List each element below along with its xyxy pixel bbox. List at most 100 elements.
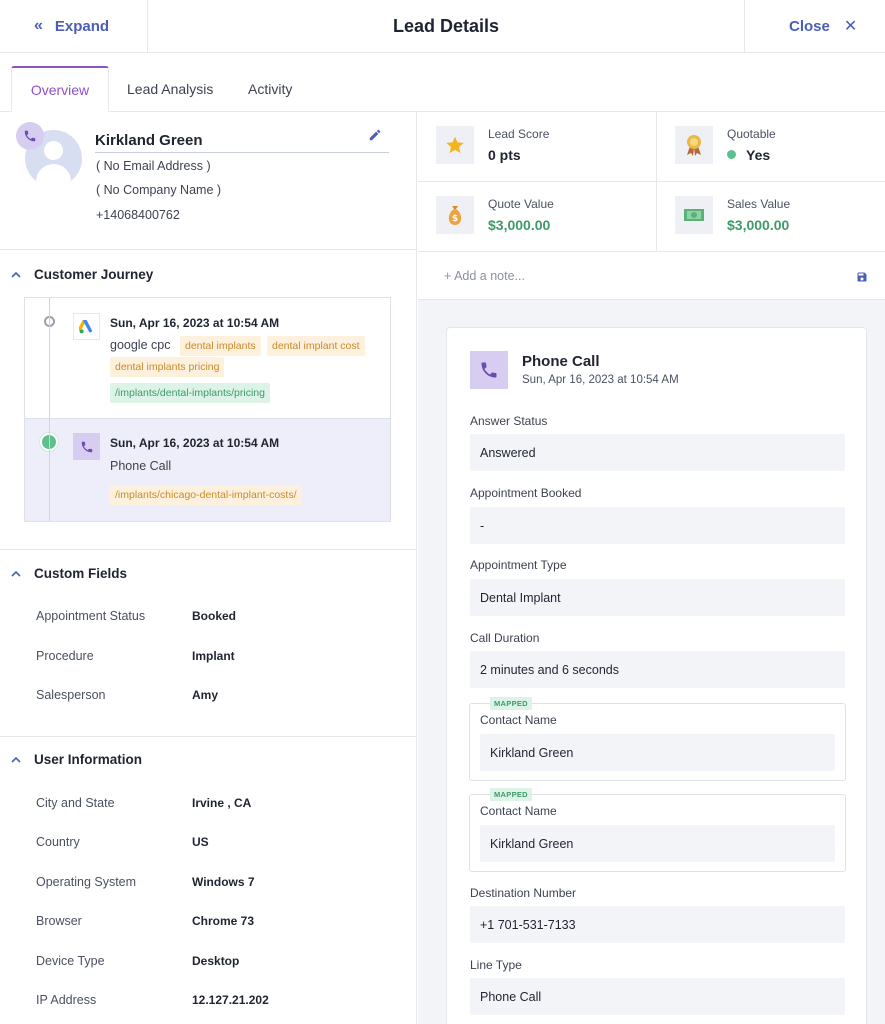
left-panel: Kirkland Green ( No Email Address ) ( No… xyxy=(0,112,417,1024)
field-value: Windows 7 xyxy=(192,875,255,889)
close-label: Close xyxy=(789,17,830,35)
lead-phone: +14068400762 xyxy=(96,208,180,222)
url-tag: /implants/chicago-dental-implant-costs/ xyxy=(110,485,302,505)
timeline-line xyxy=(49,298,50,521)
tab-overview[interactable]: Overview xyxy=(11,66,109,113)
close-button[interactable]: Close ✕ xyxy=(744,0,885,52)
field-label: Appointment Type xyxy=(470,558,567,572)
field-value: 12.127.21.202 xyxy=(192,993,269,1007)
journey-item[interactable]: Sun, Apr 16, 2023 at 10:54 AM Phone Call… xyxy=(25,418,390,521)
double-chevron-left-icon: « xyxy=(34,17,43,34)
journey-item[interactable]: Sun, Apr 16, 2023 at 10:54 AM google cpc… xyxy=(25,298,390,418)
journey-date: Sun, Apr 16, 2023 at 10:54 AM xyxy=(110,436,280,450)
call-duration-field[interactable]: 2 minutes and 6 seconds xyxy=(470,651,845,688)
field-value: Amy xyxy=(192,688,219,702)
user-information-header[interactable]: User Information xyxy=(0,736,416,782)
svg-text:$: $ xyxy=(452,214,458,224)
stat-label: Quote Value xyxy=(488,197,554,211)
journey-timeline: Sun, Apr 16, 2023 at 10:54 AM google cpc… xyxy=(24,297,391,522)
card-title: Phone Call xyxy=(522,353,600,370)
stat-label: Sales Value xyxy=(727,197,791,211)
right-panel: Lead Score 0 pts Quotable Yes $ Quote Va… xyxy=(418,112,885,1024)
journey-date: Sun, Apr 16, 2023 at 10:54 AM xyxy=(110,316,280,330)
appointment-type-field[interactable]: Dental Implant xyxy=(470,579,845,616)
field-label: IP Address xyxy=(36,993,97,1007)
phone-icon xyxy=(470,351,508,389)
answer-status-field[interactable]: Answered xyxy=(470,434,845,471)
tab-activity[interactable]: Activity xyxy=(248,66,292,112)
contact-name-field[interactable]: Kirkland Green xyxy=(480,825,835,862)
mapped-field-group: MAPPED Contact Name Kirkland Green xyxy=(469,788,846,872)
status-dot xyxy=(727,150,736,159)
field-value: Irvine , CA xyxy=(192,796,252,810)
lead-profile: Kirkland Green ( No Email Address ) ( No… xyxy=(0,112,416,250)
customer-journey-header[interactable]: Customer Journey xyxy=(0,251,416,297)
keyword-tag: dental implant cost xyxy=(267,336,365,356)
field-value: Desktop xyxy=(192,954,240,968)
field-label: Device Type xyxy=(36,954,105,968)
chevron-up-icon xyxy=(11,752,21,767)
sales-value-stat: Sales Value $3,000.00 xyxy=(656,182,885,252)
field-label: Contact Name xyxy=(480,713,557,727)
phone-call-card: Phone Call Sun, Apr 16, 2023 at 10:54 AM… xyxy=(446,327,867,1024)
stat-value: $3,000.00 xyxy=(488,217,551,233)
appointment-booked-field[interactable]: - xyxy=(470,507,845,544)
field-label: Procedure xyxy=(36,649,94,663)
field-label: Answer Status xyxy=(470,414,548,428)
field-label: Line Type xyxy=(470,958,522,972)
field-label: Appointment Status xyxy=(36,609,146,623)
custom-fields-header[interactable]: Custom Fields xyxy=(0,550,416,596)
stat-label: Lead Score xyxy=(488,127,550,141)
field-value: Booked xyxy=(192,609,237,623)
field-label: City and State xyxy=(36,796,115,810)
destination-number-field[interactable]: +1 701-531-7133 xyxy=(470,906,845,943)
tab-lead-analysis[interactable]: Lead Analysis xyxy=(127,66,213,112)
contact-name-field[interactable]: Kirkland Green xyxy=(480,734,835,771)
field-label: Call Duration xyxy=(470,631,540,645)
quotable-stat: Quotable Yes xyxy=(656,112,885,182)
expand-button[interactable]: « Expand xyxy=(0,0,148,52)
add-note-input[interactable]: + Add a note... xyxy=(444,269,525,283)
field-label: Destination Number xyxy=(470,886,577,900)
field-value: Implant xyxy=(192,649,235,663)
star-icon xyxy=(436,126,474,164)
keyword-tag: dental implants pricing xyxy=(110,357,225,377)
field-value: US xyxy=(192,835,209,849)
save-icon[interactable] xyxy=(856,270,868,288)
journey-source: Phone Call xyxy=(110,459,172,473)
field-label: Operating System xyxy=(36,875,137,889)
cash-icon xyxy=(675,196,713,234)
lead-name: Kirkland Green xyxy=(95,132,389,153)
edit-pencil-icon[interactable] xyxy=(368,128,382,147)
header: « Expand Lead Details Close ✕ xyxy=(0,0,885,53)
tab-bar: Overview Lead Analysis Activity xyxy=(0,53,885,113)
google-ads-icon xyxy=(73,313,100,340)
mapped-badge: MAPPED xyxy=(490,697,532,710)
chevron-up-icon xyxy=(11,566,21,581)
page-title: Lead Details xyxy=(392,15,500,36)
quote-value-stat: $ Quote Value $3,000.00 xyxy=(418,182,656,252)
stat-label: Quotable xyxy=(727,127,776,141)
url-tag: /implants/dental-implants/pricing xyxy=(110,383,270,403)
stat-value: Yes xyxy=(727,147,770,163)
expand-label: Expand xyxy=(54,17,110,35)
journey-source: google cpc xyxy=(110,338,171,352)
award-ribbon-icon xyxy=(675,126,713,164)
note-bar: + Add a note... xyxy=(418,254,885,300)
phone-icon xyxy=(16,122,44,150)
close-icon: ✕ xyxy=(843,18,858,35)
mapped-badge: MAPPED xyxy=(490,788,532,801)
field-label: Contact Name xyxy=(480,804,557,818)
stat-value: 0 pts xyxy=(488,147,521,163)
field-value: Chrome 73 xyxy=(192,914,255,928)
lead-score-stat: Lead Score 0 pts xyxy=(418,112,656,182)
field-label: Salesperson xyxy=(36,688,106,702)
card-date: Sun, Apr 16, 2023 at 10:54 AM xyxy=(522,374,679,386)
section-title: Customer Journey xyxy=(34,266,154,282)
field-label: Country xyxy=(36,835,80,849)
phone-icon xyxy=(73,433,100,460)
line-type-field[interactable]: Phone Call xyxy=(470,978,845,1015)
lead-company: ( No Company Name ) xyxy=(96,183,222,197)
money-bag-icon: $ xyxy=(436,196,474,234)
section-title: Custom Fields xyxy=(34,565,128,581)
